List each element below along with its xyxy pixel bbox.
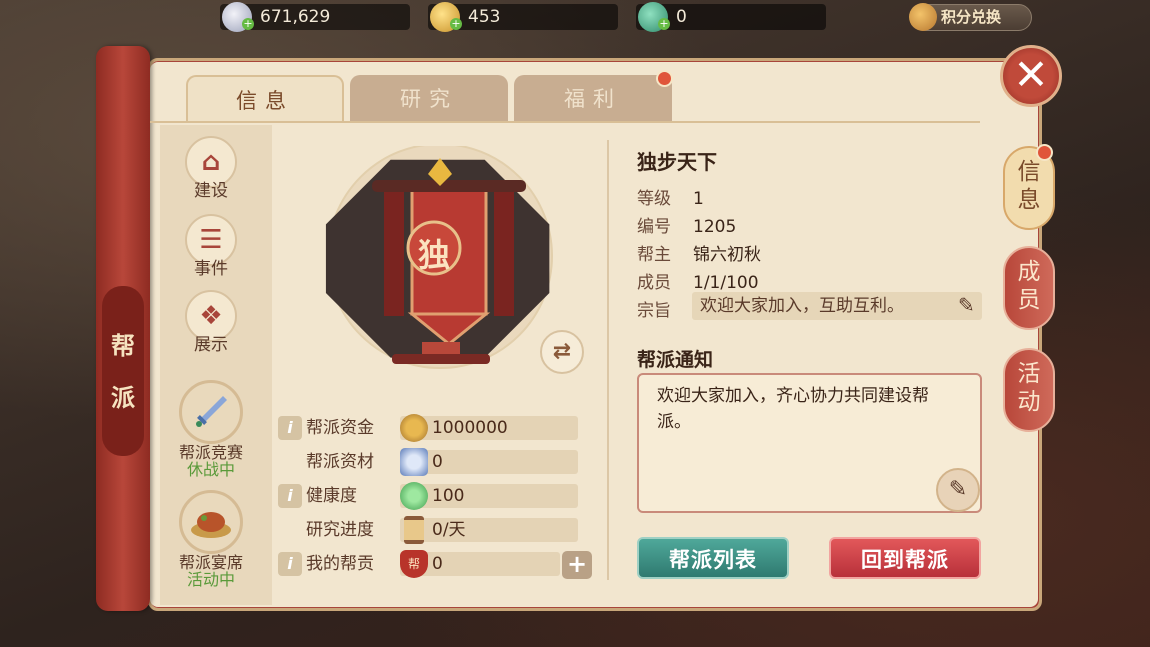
tab-research[interactable]: 研究 <box>350 75 508 123</box>
side-scroll-band <box>102 286 144 456</box>
silver-resource[interactable]: + 671,629 <box>220 2 410 32</box>
stat-health-value: 100 <box>432 486 465 506</box>
vtab-activities-label: 活动 <box>1017 361 1041 415</box>
change-emblem-button[interactable]: ⇄ <box>540 330 584 374</box>
menu-events[interactable]: ☰ 事件 <box>182 214 240 279</box>
edit-notice-button[interactable]: ✎ <box>936 468 980 512</box>
info-row-motto: 宗旨 <box>637 301 671 321</box>
info-row-members: 成员 1/1/100 <box>637 273 759 293</box>
hourglass-icon <box>404 516 424 544</box>
info-row-level: 等级 1 <box>637 189 704 209</box>
info-icon[interactable]: i <box>278 552 302 576</box>
tab-divider <box>150 121 980 123</box>
notice-box: 欢迎大家加入，齐心协力共同建设帮派。 <box>637 373 982 513</box>
info-icon[interactable]: i <box>278 416 302 440</box>
vtab-info-label: 信息 <box>1017 159 1041 213</box>
stat-research-label: 研究进度 <box>306 520 374 540</box>
menu-display-label: 展示 <box>194 335 228 355</box>
stat-health: i 健康度 100 <box>278 482 578 510</box>
side-scroll-char-1: 帮 <box>111 332 135 360</box>
feast-icon <box>179 490 243 554</box>
jade-resource[interactable]: + 0 <box>636 2 826 32</box>
stat-health-label: 健康度 <box>306 486 357 506</box>
stat-materials-label: 帮派资材 <box>306 452 374 472</box>
side-scroll-char-2: 派 <box>111 384 135 412</box>
gold-resource[interactable]: + 453 <box>428 2 618 32</box>
stat-research-value: 0/天 <box>432 520 466 540</box>
vtab-members[interactable]: 成员 <box>1003 246 1055 330</box>
return-to-guild-button[interactable]: 回到帮派 <box>829 537 981 579</box>
points-exchange-label: 积分兑换 <box>941 8 1002 26</box>
add-jade-icon[interactable]: + <box>658 18 670 30</box>
guild-feast-status: 活动中 <box>186 570 235 589</box>
vtab-activities[interactable]: 活动 <box>1003 348 1055 432</box>
guild-contest[interactable]: 帮派竞赛 休战中 <box>170 380 252 478</box>
close-icon: ✕ <box>1013 50 1049 99</box>
stat-materials-value: 0 <box>432 452 443 472</box>
stat-contribution: i 我的帮贡 帮 0 <box>278 550 578 578</box>
menu-build[interactable]: ⌂ 建设 <box>182 136 240 201</box>
resource-bar: + 671,629 + 453 + 0 积分兑换 <box>0 0 1150 36</box>
stat-contribution-label: 我的帮贡 <box>306 554 374 574</box>
guild-name: 独步天下 <box>637 150 717 174</box>
add-gold-icon[interactable]: + <box>450 18 462 30</box>
coin-icon <box>400 414 428 442</box>
sword-icon <box>179 380 243 444</box>
notice-title: 帮派通知 <box>637 349 714 371</box>
add-contribution-button[interactable]: + <box>562 551 592 579</box>
guild-contest-status: 休战中 <box>186 460 235 479</box>
points-exchange-button[interactable]: 积分兑换 <box>909 3 1032 31</box>
stat-research: 研究进度 0/天 <box>278 516 578 544</box>
silver-value: 671,629 <box>260 7 331 27</box>
guild-feast[interactable]: 帮派宴席 活动中 <box>170 490 252 588</box>
menu-build-label: 建设 <box>194 181 228 201</box>
heart-plus-icon <box>400 482 428 510</box>
jade-value: 0 <box>676 7 687 27</box>
guild-feast-label: 帮派宴席 <box>178 553 243 572</box>
close-button[interactable]: ✕ <box>1000 45 1062 107</box>
tab-info[interactable]: 信息 <box>186 75 344 123</box>
emblem-char: 独 <box>417 236 450 274</box>
side-scroll: 帮 派 <box>96 46 150 611</box>
info-badge-dot <box>1036 144 1053 161</box>
guild-contest-label: 帮派竞赛 <box>178 443 243 462</box>
vtab-members-label: 成员 <box>1017 259 1041 313</box>
info-row-id: 编号 1205 <box>637 217 737 237</box>
stat-materials: 帮派资材 0 <box>278 448 578 476</box>
edit-motto-icon[interactable]: ✎ <box>958 293 975 317</box>
guild-list-button[interactable]: 帮派列表 <box>637 537 789 579</box>
tab-welfare[interactable]: 福利 <box>514 75 672 123</box>
guild-emblem: 独 <box>322 143 564 376</box>
welfare-badge-dot <box>656 70 673 87</box>
menu-events-label: 事件 <box>194 259 228 279</box>
gold-value: 453 <box>468 7 501 27</box>
stat-contribution-value: 0 <box>432 554 443 574</box>
info-row-leader: 帮主 锦六初秋 <box>637 245 761 265</box>
stat-funds-value: 1000000 <box>432 418 508 438</box>
add-silver-icon[interactable]: + <box>242 18 254 30</box>
menu-display[interactable]: ❖ 展示 <box>182 290 240 355</box>
info-icon[interactable]: i <box>278 484 302 508</box>
stat-funds-label: 帮派资金 <box>306 418 374 438</box>
motto-field: 欢迎大家加入，互助互利。 <box>692 292 982 320</box>
contribution-badge-icon: 帮 <box>400 550 428 578</box>
panel-divider <box>607 140 609 580</box>
money-bag-icon <box>909 3 937 31</box>
material-icon <box>400 448 428 476</box>
stat-funds: i 帮派资金 1000000 <box>278 414 578 442</box>
